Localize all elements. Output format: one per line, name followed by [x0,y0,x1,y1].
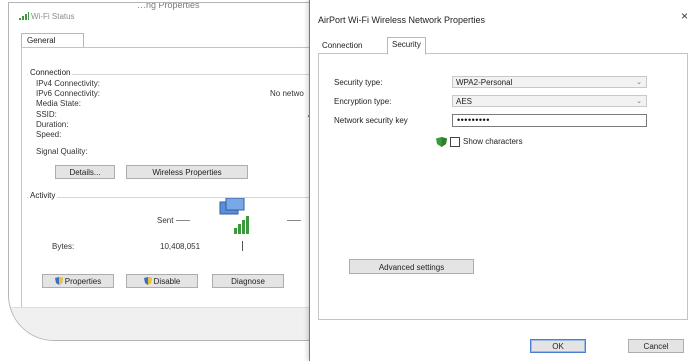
speed-label: Speed: [36,130,62,139]
wifi-status-window: Wi-Fi Status …ng Properties General Conn… [8,2,328,341]
close-icon[interactable]: × [681,10,688,22]
background-window-caption: …ng Properties [137,2,200,10]
bytes-separator [242,241,243,251]
properties-button[interactable]: Properties [42,274,114,288]
status-general-panel: Connection IPv4 Connectivity: IPv6 Conne… [21,47,323,309]
ipv4-label: IPv4 Connectivity: [36,79,101,88]
wifi-signal-icon [19,12,29,20]
media-state-label: Media State: [36,99,81,108]
encryption-type-select[interactable]: AES ⌄ [452,95,647,107]
chevron-down-icon: ⌄ [636,79,642,86]
tab-security[interactable]: Security [387,37,426,55]
connection-group-label: Connection [28,68,73,77]
uac-shield-icon [143,277,152,285]
tab-connection[interactable]: Connection [318,39,366,53]
chevron-down-icon: ⌄ [636,98,642,105]
advanced-settings-button[interactable]: Advanced settings [349,259,474,274]
tab-general[interactable]: General [21,33,84,48]
sent-label: Sent [157,216,174,225]
bytes-sent-value: 10,408,051 [160,242,201,251]
security-type-label: Security type: [334,78,383,87]
ipv6-label: IPv6 Connectivity: [36,89,101,98]
network-key-input[interactable]: ••••••••• [452,114,647,127]
encryption-type-label: Encryption type: [334,97,392,106]
show-characters-checkbox[interactable] [450,137,460,147]
received-line [287,220,301,221]
status-footer [9,307,327,340]
network-activity-icon [219,198,249,234]
activity-group-label: Activity [28,191,58,200]
status-window-title: Wi-Fi Status [31,12,75,21]
security-type-select[interactable]: WPA2-Personal ⌄ [452,76,647,88]
ok-button[interactable]: OK [530,339,586,353]
bytes-label: Bytes: [52,242,75,251]
network-key-label: Network security key [334,116,408,125]
signal-quality-label: Signal Quality: [36,147,88,156]
duration-label: Duration: [36,120,69,129]
wireless-properties-dialog: AirPort Wi-Fi Wireless Network Propertie… [309,0,695,361]
show-characters-label: Show characters [463,137,523,146]
ssid-label: SSID: [36,110,57,119]
properties-button-label: Properties [64,277,102,286]
disable-button[interactable]: Disable [126,274,198,288]
encryption-type-value: AES [456,97,473,106]
diagnose-button[interactable]: Diagnose [212,274,284,288]
dialog-footer: OK Cancel [310,320,695,361]
activity-divider [27,197,315,198]
uac-shield-icon [54,277,63,285]
disable-button-label: Disable [153,277,181,286]
cancel-button[interactable]: Cancel [628,339,684,353]
wireless-properties-button[interactable]: Wireless Properties [126,165,248,179]
ipv6-value: No netwo [270,89,304,98]
shield-icon [436,137,447,147]
security-type-value: WPA2-Personal [456,78,513,87]
sent-line [176,220,190,221]
security-panel: Security type: WPA2-Personal ⌄ Encryptio… [318,53,688,320]
dialog-title: AirPort Wi-Fi Wireless Network Propertie… [318,15,486,25]
details-button[interactable]: Details... [55,165,115,179]
status-titlebar: Wi-Fi Status …ng Properties [9,3,327,31]
